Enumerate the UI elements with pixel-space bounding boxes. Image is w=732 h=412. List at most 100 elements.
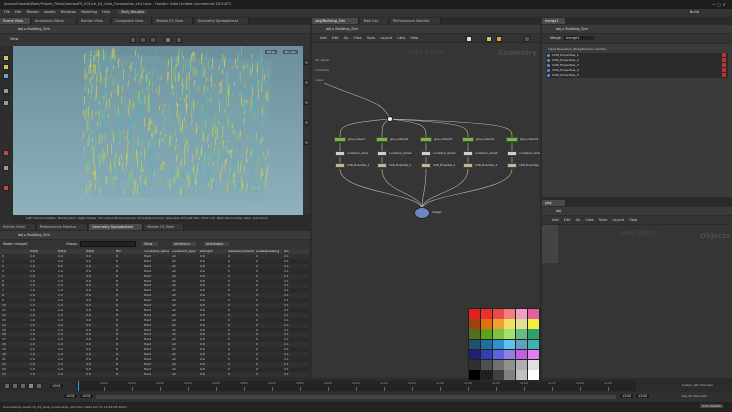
color-swatch[interactable] xyxy=(528,309,539,319)
spreadsheet-intrinsics-menu[interactable]: Intrinsics xyxy=(172,242,196,246)
network-path[interactable]: obj ▸ Building_Sim xyxy=(326,27,358,31)
flipbook-tool-icon[interactable] xyxy=(3,165,9,171)
select-tool-icon[interactable] xyxy=(3,55,9,61)
constraint-name-node[interactable] xyxy=(377,151,387,156)
color-swatch[interactable] xyxy=(480,370,492,380)
play-back-icon[interactable] xyxy=(12,383,18,389)
merge-node[interactable] xyxy=(414,207,430,219)
pose-tool-icon[interactable] xyxy=(3,64,9,70)
obj-menu-add[interactable]: Add xyxy=(552,218,559,222)
spreadsheet-path[interactable]: obj ▸ Building_Sim xyxy=(18,233,50,237)
snapshot-button[interactable] xyxy=(176,37,182,43)
menu-edit[interactable]: Edit xyxy=(15,10,22,14)
param-node-name[interactable]: merge1 xyxy=(564,36,594,40)
menu-modeling[interactable]: Modeling xyxy=(81,10,97,14)
input-enabled-icon[interactable] xyxy=(547,74,550,77)
main-tab-1[interactable]: Animation Editor xyxy=(32,18,77,24)
color-swatch[interactable] xyxy=(516,309,528,319)
remove-input-icon[interactable] xyxy=(722,58,726,62)
handle-tool-icon[interactable] xyxy=(3,88,9,94)
color-swatch[interactable] xyxy=(504,319,516,329)
spreadsheet-attributes-menu[interactable]: Attributes xyxy=(204,242,230,246)
shading-toggle-icon[interactable] xyxy=(304,80,309,85)
color-swatch[interactable] xyxy=(492,309,504,319)
range-end-field[interactable]: 1200 xyxy=(620,394,633,398)
menu-file[interactable]: File xyxy=(4,10,10,14)
key-all-channels[interactable]: Key All Channels xyxy=(682,394,707,398)
spreadsheet-tab-3[interactable]: Motion FX View xyxy=(144,224,185,230)
constraint-name-node[interactable] xyxy=(421,151,431,156)
tool-select-button[interactable] xyxy=(130,37,136,43)
color-swatch[interactable] xyxy=(469,329,480,339)
color-swatch[interactable] xyxy=(504,349,516,360)
color-swatch[interactable] xyxy=(469,309,480,319)
network-menu-go[interactable]: Go xyxy=(344,36,349,40)
constraint-name-node[interactable] xyxy=(507,151,517,156)
menu-render[interactable]: Render xyxy=(27,10,39,14)
network-search-icon[interactable] xyxy=(524,36,530,42)
tool-move-button[interactable] xyxy=(140,37,146,43)
param-tab-0[interactable]: merge1 xyxy=(542,18,566,24)
obj-menu-layout[interactable]: Layout xyxy=(612,218,624,222)
main-tab-4[interactable]: Motion FX View xyxy=(153,18,194,24)
play-last-icon[interactable] xyxy=(36,383,42,389)
timeline-playhead[interactable] xyxy=(78,381,79,391)
spreadsheet-view-menu[interactable]: View xyxy=(142,242,159,246)
remove-input-icon[interactable] xyxy=(722,73,726,77)
color-swatch[interactable] xyxy=(516,349,528,360)
color-swatch[interactable] xyxy=(469,339,480,350)
input-enabled-icon[interactable] xyxy=(547,54,550,57)
color-swatch[interactable] xyxy=(480,329,492,339)
con-properties-node[interactable] xyxy=(463,163,473,168)
network-tab-2[interactable]: Performance Monitor xyxy=(389,18,442,24)
network-menu-tools[interactable]: Tools xyxy=(367,36,376,40)
timeline-ruler[interactable]: 1010 1020 1030 1040 1050 1060 1070 1080 1090 1100… xyxy=(76,381,636,391)
con-properties-node[interactable] xyxy=(335,163,345,168)
con-properties-node[interactable] xyxy=(377,163,387,168)
input-enabled-icon[interactable] xyxy=(547,64,550,67)
color-swatch[interactable] xyxy=(528,319,539,329)
input-enabled-icon[interactable] xyxy=(547,59,550,62)
menu-help[interactable]: Help xyxy=(102,10,110,14)
lighting-toggle-icon[interactable] xyxy=(304,120,309,125)
color-swatch[interactable] xyxy=(528,370,539,380)
grid-toggle-icon[interactable] xyxy=(304,140,309,145)
table-row[interactable]: 24 1.0 1.0 0.0 8 Hard all 0.6 0 0 2.1 xyxy=(0,371,309,377)
color-swatch[interactable] xyxy=(516,319,528,329)
view-tool-icon[interactable] xyxy=(3,73,9,79)
network-menu-help[interactable]: Help xyxy=(410,36,418,40)
menu-assets[interactable]: Assets xyxy=(44,10,55,14)
range-slider[interactable] xyxy=(96,395,616,399)
constraint-name-node[interactable] xyxy=(463,151,473,156)
color-swatch[interactable] xyxy=(492,349,504,360)
brush-tool-icon[interactable] xyxy=(3,100,9,106)
cam-menu[interactable]: No cam xyxy=(283,50,299,54)
input-enabled-icon[interactable] xyxy=(547,69,550,72)
network-menu-labs[interactable]: Labs xyxy=(397,36,405,40)
obj-menu[interactable]: Add Edit Go View Tools Layout Help xyxy=(552,218,642,222)
network-display-icon[interactable] xyxy=(466,36,472,42)
wireframe-toggle-icon[interactable] xyxy=(304,100,309,105)
constraint-name-node[interactable] xyxy=(335,151,345,156)
obj-menu-edit[interactable]: Edit xyxy=(564,218,571,222)
color-swatch[interactable] xyxy=(516,360,528,370)
dop-import-node[interactable] xyxy=(387,116,393,122)
color-swatch[interactable] xyxy=(469,360,480,370)
magnet-tool-icon[interactable] xyxy=(3,150,9,156)
network-menu-layout[interactable]: Layout xyxy=(380,36,392,40)
window-controls[interactable]: — ▢ ✕ xyxy=(712,2,728,7)
color-swatch-palette[interactable] xyxy=(468,308,540,380)
color-swatch[interactable] xyxy=(528,339,539,350)
remove-input-icon[interactable] xyxy=(722,53,726,57)
obj-menu-help[interactable]: Help xyxy=(629,218,637,222)
main-tab-0[interactable]: Scene View xyxy=(0,18,31,24)
render-tool-icon[interactable] xyxy=(3,185,9,191)
main-tab-3[interactable]: Composite View xyxy=(112,18,153,24)
camera-label[interactable]: Persp xyxy=(265,50,278,54)
auto-update-button[interactable]: Auto Update xyxy=(700,404,723,408)
main-menu[interactable]: File Edit Render Assets Windows Modeling Help xyxy=(4,10,115,14)
stop-icon[interactable] xyxy=(20,383,26,389)
color-swatch[interactable] xyxy=(516,370,528,380)
network-menu[interactable]: Add Edit Go View Tools Layout Labs Help xyxy=(320,36,423,40)
color-swatch[interactable] xyxy=(504,329,516,339)
